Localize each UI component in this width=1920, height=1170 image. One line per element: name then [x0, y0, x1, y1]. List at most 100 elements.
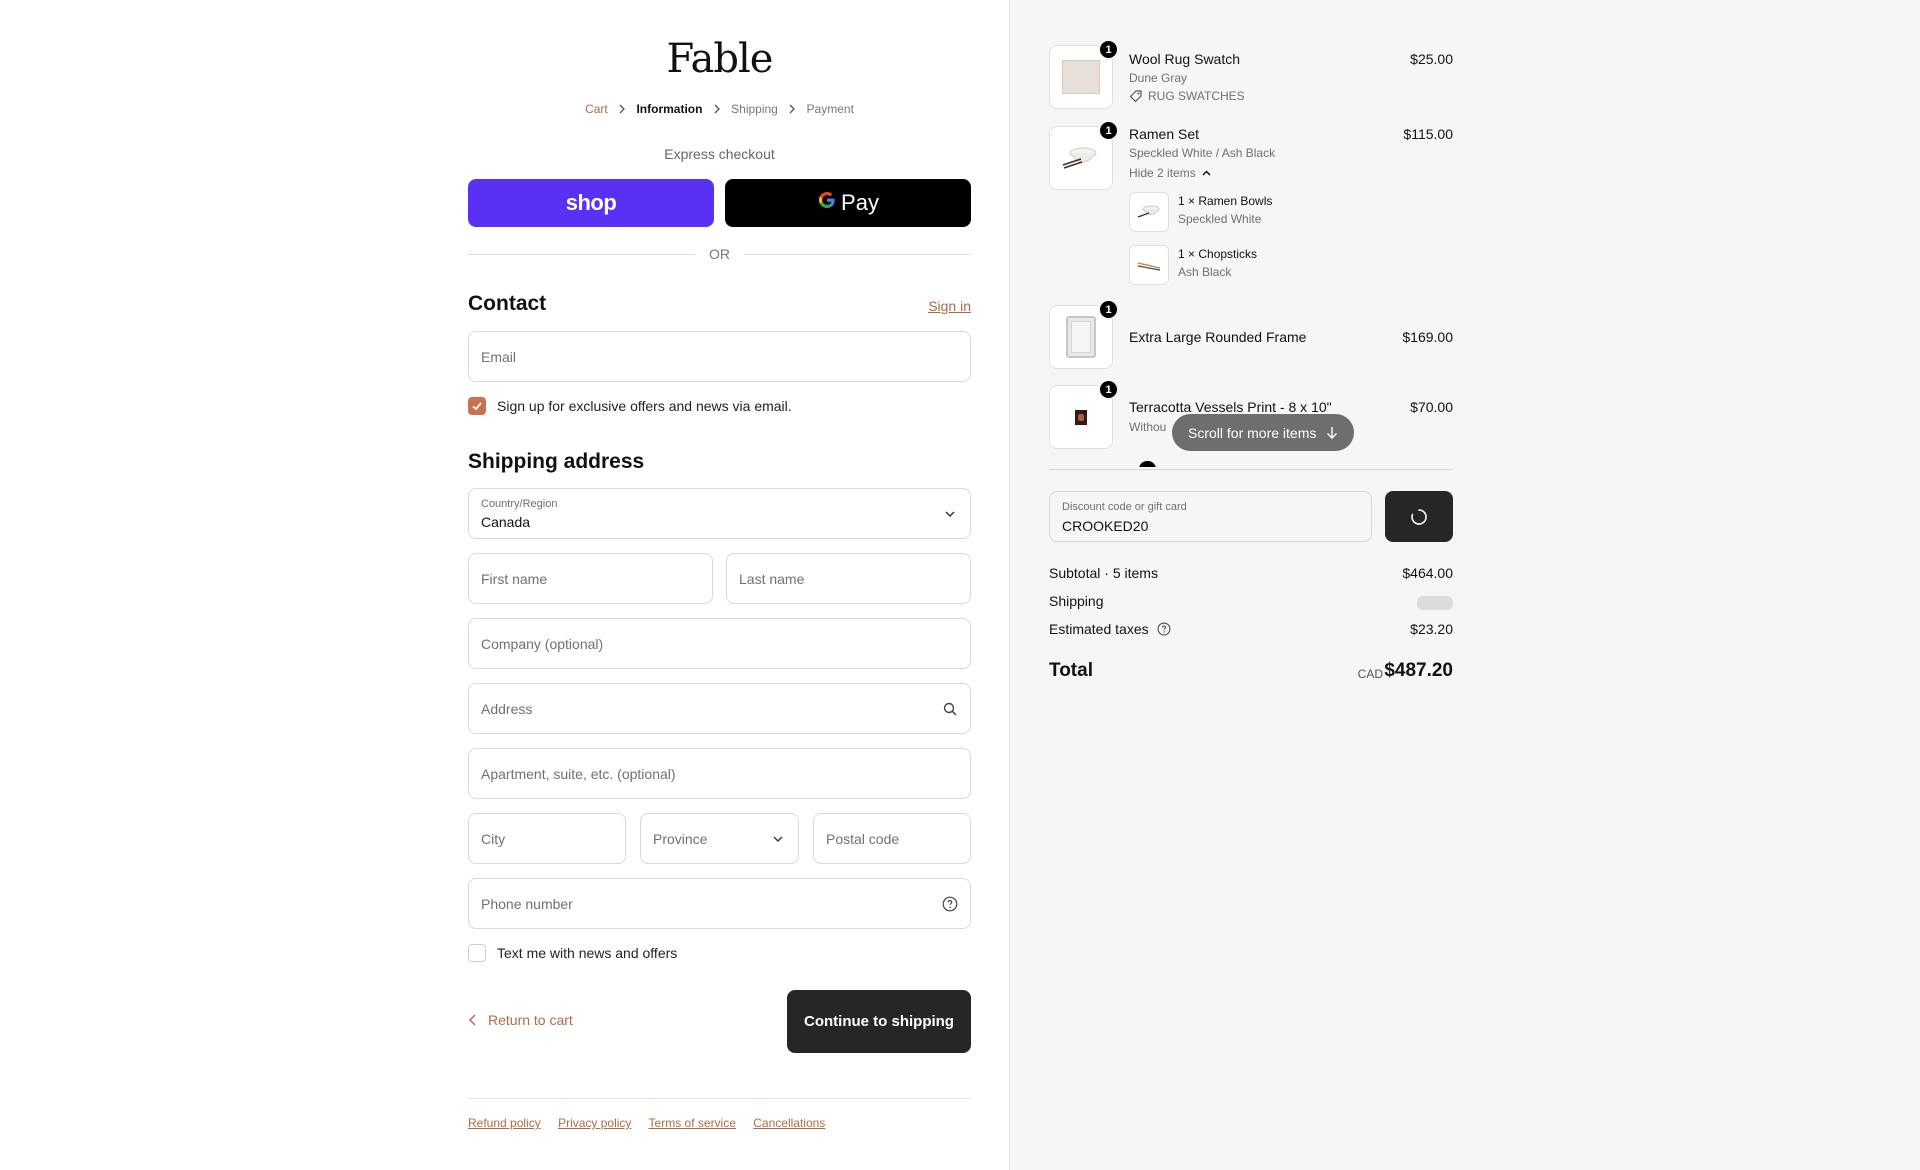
hide-items-toggle[interactable]: Hide 2 items: [1129, 166, 1212, 180]
subtotal-value: $464.00: [1402, 565, 1453, 581]
quantity-badge: 1: [1098, 379, 1119, 400]
vessel-shape: [1078, 413, 1084, 421]
apply-discount-button[interactable]: [1385, 491, 1453, 542]
google-g-icon: [817, 190, 837, 216]
chevron-down-icon: [770, 831, 786, 847]
loading-spinner-icon: [1411, 508, 1427, 525]
line-item: 1 Wool Rug Swatch Dune Gray RUG SWATCHES…: [1049, 39, 1453, 113]
item-tag-label: RUG SWATCHES: [1148, 89, 1245, 103]
component-variant: Speckled White: [1178, 212, 1262, 226]
contact-heading: Contact: [468, 292, 547, 315]
postal-code-placeholder: Postal code: [826, 830, 900, 847]
privacy-policy-link[interactable]: Privacy policy: [558, 1116, 631, 1130]
scroll-hint-label: Scroll for more items: [1188, 424, 1317, 441]
breadcrumb-cart[interactable]: Cart: [585, 102, 608, 116]
chevron-right-icon: [611, 102, 633, 116]
help-circle-icon: [1157, 622, 1170, 636]
order-summary-panel: 1 Wool Rug Swatch Dune Gray RUG SWATCHES…: [1009, 0, 1920, 1170]
total-label: Total: [1049, 660, 1093, 681]
first-name-placeholder: First name: [481, 570, 548, 587]
address-field[interactable]: Address: [468, 683, 971, 734]
component-name: 1 × Chopsticks: [1178, 247, 1258, 261]
postal-code-field[interactable]: Postal code: [813, 813, 971, 864]
tag-icon: [1129, 90, 1142, 103]
country-value: Canada: [481, 514, 531, 530]
line-item: 1 Extra Large Rounded Frame $169.00: [1049, 299, 1453, 373]
chevron-right-icon: [706, 102, 728, 116]
rug-swatch-image: [1062, 60, 1100, 94]
subtotal-row: Subtotal · 5 items $464.00: [1049, 565, 1453, 581]
taxes-value: $23.20: [1410, 621, 1453, 637]
city-field[interactable]: City: [468, 813, 626, 864]
continue-to-shipping-button[interactable]: Continue to shipping: [787, 990, 971, 1053]
google-pay-label: Pay: [841, 190, 879, 215]
return-to-cart-link[interactable]: Return to cart: [468, 1012, 573, 1028]
email-field[interactable]: Email: [468, 331, 971, 382]
refund-policy-link[interactable]: Refund policy: [468, 1116, 541, 1130]
province-select[interactable]: Province: [640, 813, 799, 864]
help-circle-icon[interactable]: [942, 896, 958, 912]
express-checkout-label: Express checkout: [664, 146, 775, 162]
sms-checkbox-row[interactable]: Text me with news and offers: [468, 944, 677, 962]
search-icon: [942, 701, 958, 717]
phone-field[interactable]: Phone number: [468, 878, 971, 929]
quantity-badge: 1: [1098, 299, 1119, 320]
sms-checkbox[interactable]: [468, 944, 486, 962]
item-price: $25.00: [1410, 51, 1453, 67]
cancellations-link[interactable]: Cancellations: [753, 1116, 825, 1130]
province-placeholder: Province: [653, 830, 708, 847]
line-item: 1 Ramen Set Speckled White / Ash Black H…: [1049, 120, 1453, 286]
quantity-badge-partial: [1137, 459, 1158, 469]
hide-items-label: Hide 2 items: [1129, 166, 1196, 180]
chopsticks-image: [1137, 262, 1161, 271]
summary-divider: [1049, 469, 1453, 470]
sms-label: Text me with news and offers: [497, 945, 678, 961]
phone-placeholder: Phone number: [481, 895, 573, 912]
ramen-bowl-image: [1062, 147, 1097, 169]
first-name-field[interactable]: First name: [468, 553, 713, 604]
breadcrumb: Cart Information Shipping Payment: [468, 101, 971, 116]
newsletter-checkbox[interactable]: [468, 397, 486, 415]
chevron-left-icon: [469, 1014, 476, 1026]
quantity-badge: 1: [1098, 39, 1119, 60]
company-placeholder: Company (optional): [481, 635, 604, 652]
shop-pay-button[interactable]: shop: [468, 179, 714, 227]
item-variant: Speckled White / Ash Black: [1129, 146, 1276, 160]
item-tag: RUG SWATCHES: [1129, 89, 1245, 103]
return-to-cart-label: Return to cart: [488, 1012, 573, 1028]
currency-code: CAD: [1357, 667, 1383, 681]
google-pay-button[interactable]: Pay: [725, 179, 971, 227]
checkout-form-panel: Fable Cart Information Shipping Payment …: [0, 0, 1009, 1170]
company-field[interactable]: Company (optional): [468, 618, 971, 669]
last-name-field[interactable]: Last name: [726, 553, 971, 604]
last-name-placeholder: Last name: [739, 570, 805, 587]
breadcrumb-information: Information: [636, 101, 703, 116]
email-placeholder: Email: [481, 348, 517, 365]
country-select[interactable]: Country/Region Canada: [468, 488, 971, 539]
item-variant: Withou: [1129, 420, 1167, 434]
component-name: 1 × Ramen Bowls: [1178, 194, 1273, 208]
brand-logo[interactable]: Fable: [468, 36, 971, 82]
newsletter-label: Sign up for exclusive offers and news vi…: [497, 398, 792, 414]
or-label: OR: [709, 246, 730, 262]
discount-value: CROOKED20: [1062, 518, 1149, 534]
city-placeholder: City: [481, 830, 506, 847]
apartment-field[interactable]: Apartment, suite, etc. (optional): [468, 748, 971, 799]
item-name: Ramen Set: [1129, 126, 1200, 142]
newsletter-checkbox-row[interactable]: Sign up for exclusive offers and news vi…: [468, 397, 792, 415]
quantity-badge: 1: [1098, 120, 1119, 141]
shipping-address-heading: Shipping address: [468, 450, 645, 473]
sign-in-link[interactable]: Sign in: [928, 298, 971, 314]
scroll-for-more-button[interactable]: Scroll for more items: [1172, 414, 1355, 451]
total-row: Total CAD $487.20: [1049, 660, 1453, 682]
continue-label: Continue to shipping: [804, 1013, 954, 1030]
breadcrumb-payment: Payment: [806, 101, 854, 116]
footer-links: Refund policy Privacy policy Terms of se…: [468, 1116, 839, 1130]
breadcrumb-shipping: Shipping: [731, 101, 778, 116]
ramen-bowls-image: [1137, 205, 1160, 218]
discount-code-field[interactable]: Discount code or gift card CROOKED20: [1049, 491, 1372, 542]
print-image: [1075, 409, 1087, 425]
item-name: Extra Large Rounded Frame: [1129, 329, 1307, 345]
apartment-placeholder: Apartment, suite, etc. (optional): [481, 765, 676, 782]
terms-of-service-link[interactable]: Terms of service: [649, 1116, 736, 1130]
